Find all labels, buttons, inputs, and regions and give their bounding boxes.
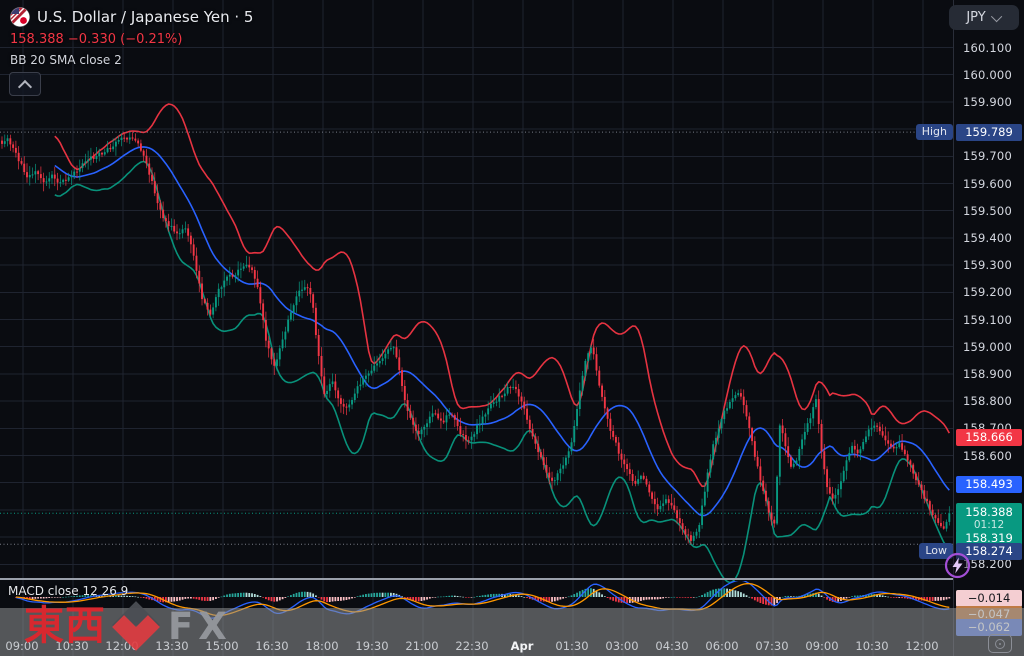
price-label: 159.300	[963, 258, 1012, 272]
time-label: 19:30	[355, 639, 388, 653]
price-label: 159.500	[963, 204, 1012, 218]
price-label: 159.400	[963, 231, 1012, 245]
time-label: 07:30	[755, 639, 788, 653]
macd-value-badge: −0.014	[956, 590, 1022, 607]
trading-chart-app: U.S. Dollar / Japanese Yen · 5 158.388 −…	[0, 0, 1024, 656]
time-label: 10:30	[855, 639, 888, 653]
time-label: 04:30	[655, 639, 688, 653]
quick-trade-lightning-icon[interactable]	[944, 552, 971, 579]
price-label: 159.100	[963, 313, 1012, 327]
time-label: Apr	[511, 639, 534, 653]
currency-dropdown-label: JPY	[966, 10, 985, 25]
price-label: 159.900	[963, 95, 1012, 109]
price-label: 160.100	[963, 41, 1012, 55]
collapse-legend-button[interactable]	[9, 72, 41, 96]
time-label: 16:30	[255, 639, 288, 653]
price-change-line: 158.388 −0.330 (−0.21%)	[10, 32, 253, 47]
time-label: 21:00	[405, 639, 438, 653]
price-badge: 158.493	[956, 476, 1022, 493]
price-badge: 158.666	[956, 429, 1022, 446]
bb-indicator-label[interactable]: BB 20 SMA close 2	[10, 53, 253, 67]
time-label: 09:00	[805, 639, 838, 653]
watermark-cjk-text: 東西	[24, 600, 106, 652]
axis-settings-icon[interactable]	[988, 634, 1012, 653]
chart-legend: U.S. Dollar / Japanese Yen · 5 158.388 −…	[10, 7, 253, 67]
broker-watermark: 東西 FX	[24, 599, 232, 653]
current-price-badge: 158.38801:12	[956, 503, 1022, 532]
symbol-title[interactable]: U.S. Dollar / Japanese Yen · 5	[37, 8, 253, 26]
currency-dropdown[interactable]: JPY	[949, 5, 1019, 30]
candlestick-chart[interactable]	[0, 0, 953, 656]
price-label: 158.900	[963, 367, 1012, 381]
time-label: 22:30	[455, 639, 488, 653]
time-label: 18:00	[305, 639, 338, 653]
price-label: 158.800	[963, 394, 1012, 408]
price-badge: 159.789	[956, 124, 1022, 141]
pane-separator[interactable]	[0, 578, 1024, 580]
price-label: 160.000	[963, 68, 1012, 82]
price-label: 159.000	[963, 340, 1012, 354]
time-label: 01:30	[555, 639, 588, 653]
chevron-up-icon	[18, 80, 32, 94]
price-label: 159.600	[963, 177, 1012, 191]
price-label: 158.600	[963, 449, 1012, 463]
time-label: 06:00	[705, 639, 738, 653]
price-label: 159.200	[963, 285, 1012, 299]
high-tag: High	[916, 124, 953, 140]
chevron-down-icon	[991, 10, 1002, 21]
watermark-latin-text: FX	[168, 605, 232, 648]
macd-indicator-label[interactable]: MACD close 12 26 9	[8, 584, 128, 598]
price-label: 159.700	[963, 149, 1012, 163]
usdjpy-flag-icon	[10, 7, 30, 27]
broker-diamond-logo-icon	[110, 599, 162, 653]
time-label: 03:00	[605, 639, 638, 653]
time-label: 12:00	[905, 639, 938, 653]
